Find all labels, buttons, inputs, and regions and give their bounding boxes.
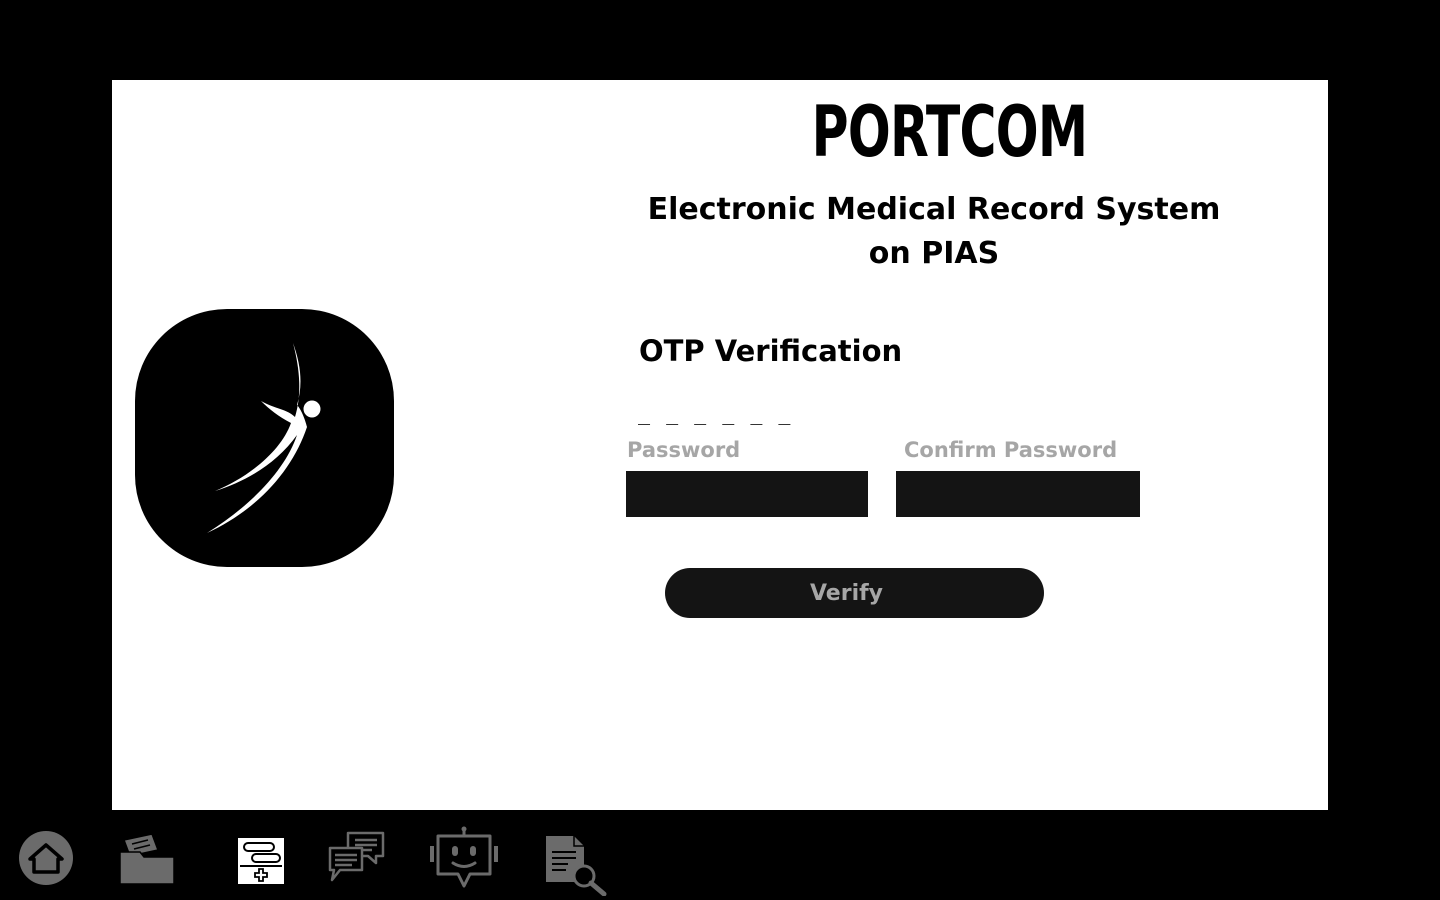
home-icon[interactable] [16,828,76,888]
confirm-password-field[interactable] [896,471,1140,517]
document-search-icon[interactable] [544,832,608,896]
password-field[interactable] [626,471,868,517]
robot-icon[interactable] [428,826,500,892]
otp-heading: OTP Verification [639,334,903,368]
verify-button[interactable]: Verify [665,568,1044,618]
chat-icon[interactable] [326,830,388,886]
page-subtitle: Electronic Medical Record System on PIAS [647,192,1221,271]
login-card: PORTCOM Electronic Medical Record System… [112,80,1328,810]
app-logo [135,309,394,567]
password-label: Password [627,438,741,462]
screen: PORTCOM Electronic Medical Record System… [0,0,1440,900]
dancer-figure-icon [207,343,321,533]
medical-record-icon[interactable] [236,836,286,886]
otp-input[interactable] [634,398,818,428]
confirm-password-label: Confirm Password [904,438,1118,462]
brand-title: PORTCOM [811,91,1088,173]
folder-icon[interactable] [118,830,176,886]
